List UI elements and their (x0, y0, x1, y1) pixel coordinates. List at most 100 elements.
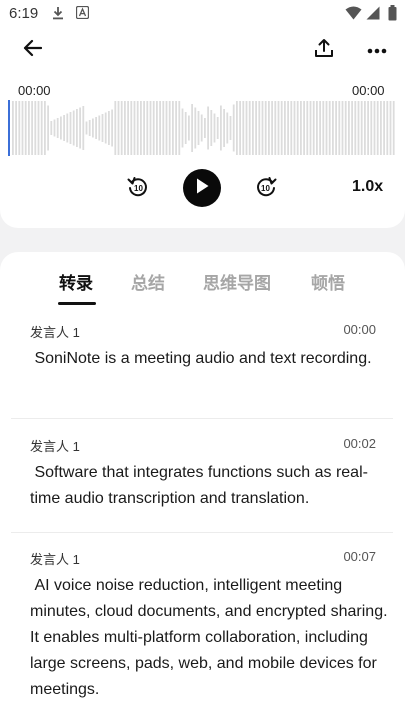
waveform-bar (287, 101, 289, 155)
waveform-bar (24, 101, 27, 155)
waveform-bar (309, 101, 312, 155)
waveform-bar (162, 101, 165, 155)
waveform-bar (82, 106, 85, 150)
battery-icon (388, 5, 397, 26)
waveform-bar (200, 114, 203, 142)
waveform-bar (124, 101, 126, 155)
waveform-bar (63, 115, 65, 141)
waveform-bar (69, 112, 72, 144)
transcript-entry[interactable]: 发言人 1 00:02 Software that integrates fun… (11, 436, 393, 533)
back-button[interactable] (16, 34, 48, 66)
play-icon (194, 177, 210, 200)
waveform-bar (37, 101, 40, 155)
waveform-bar (213, 113, 216, 143)
waveform-bar (220, 105, 222, 151)
waveform-bar (370, 101, 373, 155)
waveform-bar (76, 109, 78, 147)
waveform-bar (56, 118, 59, 138)
waveform-bar (255, 101, 257, 155)
tab-summary[interactable]: 总结 (131, 269, 165, 294)
rewind-10-button[interactable]: 10 (124, 174, 152, 202)
waveform-bar (280, 101, 283, 155)
entry-timestamp[interactable]: 00:00 (343, 322, 376, 337)
waveform-bar (175, 101, 177, 155)
waveform-bar (376, 101, 379, 155)
tab-transcript[interactable]: 转录 (59, 269, 93, 294)
transcript-entry[interactable]: 发言人 1 00:07 AI voice noise reduction, in… (11, 549, 393, 721)
waveform-bar (293, 101, 296, 155)
play-button[interactable] (183, 169, 221, 207)
waveform-bar (95, 117, 97, 139)
waveform-bar (12, 101, 14, 155)
entry-text: SoniNote is a meeting audio and text rec… (30, 350, 372, 367)
arrow-left-icon (22, 39, 43, 62)
waveform-bar (316, 101, 318, 155)
waveform-bar (85, 121, 88, 135)
entry-timestamp[interactable]: 00:02 (343, 436, 376, 451)
waveform-bar (348, 101, 350, 155)
waveform-bar (264, 101, 267, 155)
waveform-bar (338, 101, 341, 155)
waveform-bar (226, 112, 229, 144)
waveform-bar (296, 101, 299, 155)
playhead[interactable] (8, 100, 10, 156)
waveform-bar (168, 101, 171, 155)
waveform-bar (178, 101, 181, 155)
waveform-bar (367, 101, 369, 155)
waveform-bar (300, 101, 302, 155)
waveform-bar (98, 115, 101, 141)
active-tab-indicator (58, 302, 96, 305)
waveform-bar (111, 109, 113, 147)
waveform-bar (146, 101, 149, 155)
waveform-bar (140, 101, 142, 155)
waveform-bar (194, 107, 197, 149)
status-time: 6:19 (9, 5, 39, 22)
audio-waveform[interactable] (8, 100, 395, 156)
status-bar: 6:19 (0, 0, 405, 28)
waveform-bar (28, 101, 30, 155)
waveform-bar (188, 115, 190, 141)
tab-insights[interactable]: 顿悟 (311, 269, 345, 294)
waveform-bar (277, 101, 280, 155)
total-time: 00:00 (352, 83, 385, 98)
transcript-entry[interactable]: 发言人 1 00:00 SoniNote is a meeting audio … (11, 322, 393, 419)
waveform-bar (242, 101, 245, 155)
waveform-bar (290, 101, 293, 155)
waveform-bar (79, 107, 81, 149)
waveform-bar (380, 101, 382, 155)
waveform-bar (104, 112, 107, 144)
waveform-bar (284, 101, 286, 155)
waveform-bar (191, 104, 193, 152)
fast-forward-icon: 10 (254, 174, 278, 203)
waveform-bar (40, 101, 43, 155)
entry-timestamp[interactable]: 00:07 (343, 549, 376, 564)
waveform-bar (303, 101, 305, 155)
waveform-bar (101, 114, 104, 142)
waveform-bar (268, 101, 270, 155)
more-options-button[interactable] (361, 34, 393, 66)
waveform-bar (351, 101, 353, 155)
tab-mind-map[interactable]: 思维导图 (203, 269, 271, 294)
waveform-bar (88, 120, 91, 136)
waveform-bar (152, 101, 155, 155)
entry-text: AI voice noise reduction, intelligent me… (30, 577, 392, 698)
waveform-bar (239, 101, 241, 155)
waveform-bar (159, 101, 161, 155)
waveform-bar (274, 101, 277, 155)
waveform-bar (92, 118, 94, 138)
waveform-bar (15, 101, 17, 155)
waveform-bar (133, 101, 136, 155)
waveform-bar (261, 101, 264, 155)
waveform-bar (248, 101, 251, 155)
waveform-bar (117, 101, 120, 155)
waveform-bar (312, 101, 315, 155)
forward-10-button[interactable]: 10 (252, 174, 280, 202)
waveform-bar (21, 101, 24, 155)
waveform-bar (143, 101, 145, 155)
waveform-bar (252, 101, 254, 155)
waveform-bar (149, 101, 152, 155)
share-button[interactable] (308, 34, 340, 66)
waveform-bar (60, 116, 62, 140)
playback-speed-button[interactable]: 1.0x (352, 178, 383, 196)
upload-share-icon (314, 38, 334, 63)
